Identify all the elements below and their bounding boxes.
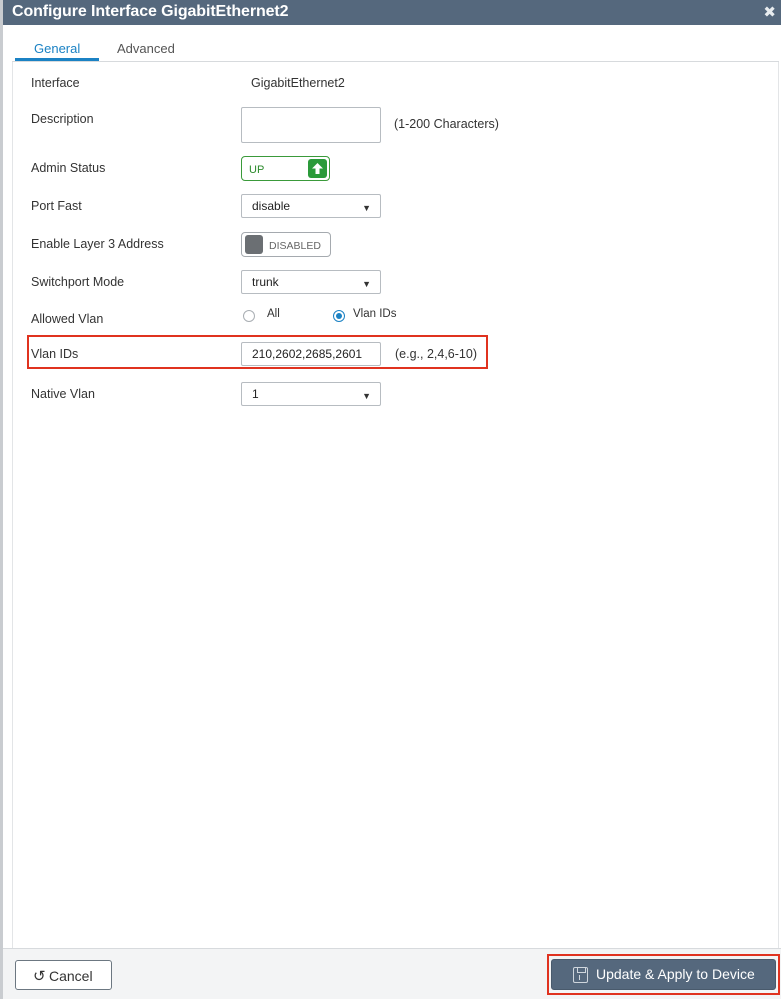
dialog-titlebar: Configure Interface GigabitEthernet2 ✖ [3,0,781,25]
vlan-ids-input[interactable] [241,342,381,366]
allowed-vlan-all-label: All [267,308,280,320]
update-apply-label: Update & Apply to Device [596,966,755,982]
port-fast-select[interactable]: disable ▼ [241,194,381,218]
switchport-mode-value: trunk [252,275,279,289]
allowed-vlan-label: Allowed Vlan [31,312,104,326]
cancel-label: Cancel [49,968,93,984]
toggle-knob [245,235,263,254]
chevron-down-icon: ▼ [362,203,371,213]
dialog-title: Configure Interface GigabitEthernet2 [12,3,289,20]
tab-advanced[interactable]: Advanced [117,41,175,56]
description-hint: (1-200 Characters) [394,117,499,131]
admin-status-toggle[interactable]: UP [241,156,330,181]
switchport-mode-select[interactable]: trunk ▼ [241,270,381,294]
undo-icon: ↺ [33,968,46,985]
port-fast-value: disable [252,199,291,213]
cancel-button[interactable]: ↺ Cancel [15,960,112,990]
allowed-vlan-ids-label: Vlan IDs [353,308,397,320]
close-icon[interactable]: ✖ [763,3,776,21]
description-label: Description [31,112,94,126]
layer3-state-text: DISABLED [269,240,321,252]
allowed-vlan-ids-radio[interactable] [333,310,345,322]
interface-value: GigabitEthernet2 [251,76,345,90]
chevron-down-icon: ▼ [362,279,371,289]
native-vlan-select[interactable]: 1 ▼ [241,382,381,406]
configure-interface-dialog: Configure Interface GigabitEthernet2 ✖ G… [0,0,781,999]
admin-status-label: Admin Status [31,161,106,175]
dialog-footer: ↺ Cancel Update & Apply to Device [3,948,781,999]
tab-general[interactable]: General [34,41,80,56]
allowed-vlan-all-radio[interactable] [243,310,255,322]
update-apply-button[interactable]: Update & Apply to Device [551,959,776,990]
switchport-mode-label: Switchport Mode [31,275,125,289]
active-tab-indicator [15,58,99,61]
admin-status-text: UP [249,164,265,176]
native-vlan-value: 1 [252,387,259,401]
port-fast-label: Port Fast [31,199,82,213]
chevron-down-icon: ▼ [362,391,371,401]
save-icon [573,967,588,983]
layer3-label: Enable Layer 3 Address [31,237,164,251]
native-vlan-label: Native Vlan [31,387,95,401]
arrow-up-icon [308,159,327,178]
tab-bar: General Advanced [12,37,779,62]
vlan-ids-hint: (e.g., 2,4,6-10) [395,347,477,361]
general-panel [12,62,779,948]
interface-label: Interface [31,76,80,90]
layer3-toggle[interactable]: DISABLED [241,232,331,257]
description-input[interactable] [241,107,381,143]
vlan-ids-label: Vlan IDs [31,347,79,361]
